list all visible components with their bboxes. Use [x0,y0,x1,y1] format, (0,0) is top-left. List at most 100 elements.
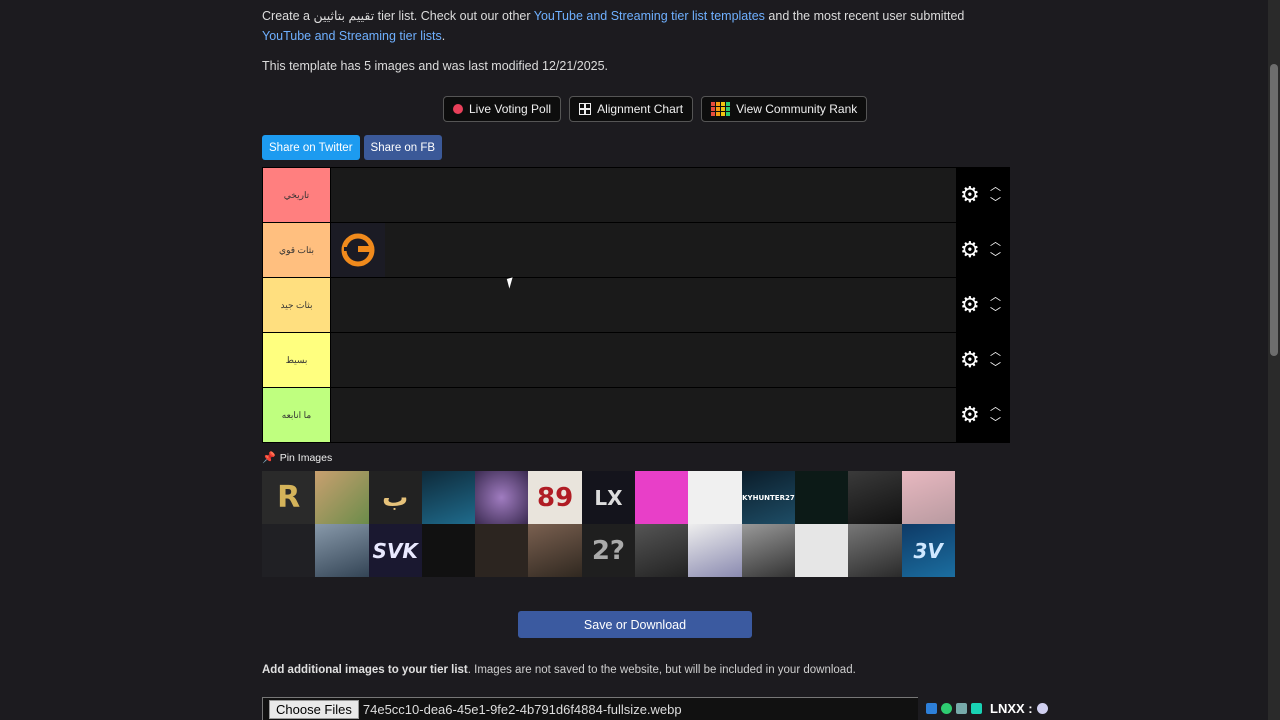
tier-label[interactable]: تاريخي [263,168,330,222]
pool-image-tile[interactable] [688,524,742,577]
intro-after: and the most recent user submitted [768,9,965,23]
tier-controls: ⚙ ︿ ﹀ [956,388,1009,442]
grid-icon [579,103,592,115]
intro-prefix: Create a [262,9,310,23]
pool-image-tile[interactable] [635,471,689,524]
tier-controls: ⚙ ︿ ﹀ [956,168,1009,222]
choose-files-button[interactable]: Choose Files [269,700,359,719]
gear-icon[interactable]: ⚙ [960,294,980,316]
tray-user: LNXX : [990,701,1033,716]
pin-images-toggle[interactable]: 📌 Pin Images [262,451,333,465]
pin-app-icon[interactable] [926,703,937,714]
chevron-down-icon[interactable]: ﹀ [990,197,1001,209]
pool-image-tile[interactable] [315,471,369,524]
pool-image-tile[interactable]: LX [581,471,636,524]
add-images-bold: Add additional images to your tier list [262,664,468,676]
tier-dropzone[interactable] [330,333,956,387]
system-tray: LNXX : [918,697,1280,720]
pool-image-tile[interactable] [421,524,476,577]
chevron-up-icon[interactable]: ︿ [990,181,1001,193]
save-download-button[interactable]: Save or Download [518,611,752,638]
pool-image-tile[interactable] [421,471,476,524]
template-meta: This template has 5 images and was last … [262,59,609,73]
pool-image-tile[interactable] [848,524,902,577]
pool-image-tile[interactable] [688,471,742,524]
gear-icon[interactable]: ⚙ [960,184,980,206]
tier-controls: ⚙ ︿ ﹀ [956,278,1009,332]
pool-image-tile[interactable]: SKYHUNTER270 [741,471,795,524]
scrollbar[interactable] [1268,0,1280,720]
brand-logo-icon [341,233,375,267]
tier-row: بسيط ⚙ ︿ ﹀ [263,333,1009,388]
gear-icon[interactable]: ⚙ [960,349,980,371]
tier-dropzone[interactable] [330,278,956,332]
pool-image-tile[interactable] [848,471,902,524]
avatar[interactable] [1036,703,1048,714]
live-voting-button[interactable]: Live Voting Poll [443,96,562,122]
pool-image-tile[interactable] [741,524,795,577]
gear-icon[interactable]: ⚙ [960,239,980,261]
tier-label[interactable]: بثات قوي [263,223,330,277]
chevron-up-icon[interactable]: ︿ [990,236,1001,248]
grid-tray-icon[interactable] [971,703,982,714]
pool-image-tile[interactable] [635,524,689,577]
tier-arrows: ︿ ﹀ [990,401,1001,429]
user-lists-link[interactable]: YouTube and Streaming tier lists [262,29,442,43]
record-dot-icon [453,104,463,114]
pool-image-tile[interactable] [262,524,316,577]
tier-dropzone[interactable] [330,388,956,442]
alignment-chart-button[interactable]: Alignment Chart [569,96,694,122]
tier-row: ما انابعه ⚙ ︿ ﹀ [263,388,1009,442]
community-rank-label: View Community Rank [736,102,858,116]
pool-image-tile[interactable] [528,524,582,577]
pool-image-tile[interactable]: 3V [901,524,955,577]
tier-label[interactable]: بسيط [263,333,330,387]
chevron-up-icon[interactable]: ︿ [990,346,1001,358]
intro-end: . [441,29,446,43]
pool-image-tile[interactable]: ب [368,471,422,524]
chevron-down-icon[interactable]: ﹀ [990,417,1001,429]
tile-text: SVK [372,538,418,563]
status-check-icon[interactable] [941,703,952,714]
tier-controls: ⚙ ︿ ﹀ [956,223,1009,277]
tier-row: بثات جيد ⚙ ︿ ﹀ [263,278,1009,333]
chevron-up-icon[interactable]: ︿ [990,401,1001,413]
pool-image-tile[interactable] [315,524,369,577]
tile-text: SKYHUNTER270 [742,493,795,502]
chevron-up-icon[interactable]: ︿ [990,291,1001,303]
tier-dropzone[interactable] [330,168,956,222]
pool-image-tile[interactable] [901,471,955,524]
tier-controls: ⚙ ︿ ﹀ [956,333,1009,387]
chevron-down-icon[interactable]: ﹀ [990,252,1001,264]
pool-image-tile[interactable] [475,524,529,577]
tier-dropzone[interactable] [330,223,956,277]
pin-images-label: Pin Images [279,451,333,464]
scrollbar-thumb[interactable] [1270,64,1278,356]
pin-icon: 📌 [262,452,276,464]
tier-image-tile[interactable] [331,223,385,277]
pool-image-tile[interactable] [475,471,529,524]
selected-file-name: 74e5cc10-dea6-45e1-9fe2-4b791d6f4884-ful… [362,702,682,717]
chevron-down-icon[interactable]: ﹀ [990,362,1001,374]
tier-row: تاريخي ⚙ ︿ ﹀ [263,168,1009,223]
tier-label[interactable]: بثات جيد [263,278,330,332]
rank-grid-icon [711,102,731,116]
file-input[interactable]: Choose Files 74e5cc10-dea6-45e1-9fe2-4b7… [262,697,1010,720]
tier-arrows: ︿ ﹀ [990,236,1001,264]
tier-row: بثات قوي ⚙ ︿ ﹀ [263,223,1009,278]
pool-image-tile[interactable] [794,524,849,577]
share-twitter-button[interactable]: Share on Twitter [262,135,360,160]
pool-image-tile[interactable]: 2? [581,524,636,577]
community-rank-button[interactable]: View Community Rank [701,96,868,122]
pool-image-tile[interactable]: R [262,471,316,524]
app-tray-icon[interactable] [956,703,967,714]
templates-link[interactable]: YouTube and Streaming tier list template… [534,9,765,23]
share-fb-button[interactable]: Share on FB [363,135,443,160]
tier-label[interactable]: ما انابعه [263,388,330,442]
gear-icon[interactable]: ⚙ [960,404,980,426]
pool-image-tile[interactable]: 89 [528,471,582,524]
chevron-down-icon[interactable]: ﹀ [990,307,1001,319]
tier-table: تاريخي ⚙ ︿ ﹀ بثات قوي ⚙ ︿ ﹀ بثات جيد ⚙ ︿… [262,167,1010,443]
pool-image-tile[interactable] [794,471,849,524]
pool-image-tile[interactable]: SVK [368,524,422,577]
